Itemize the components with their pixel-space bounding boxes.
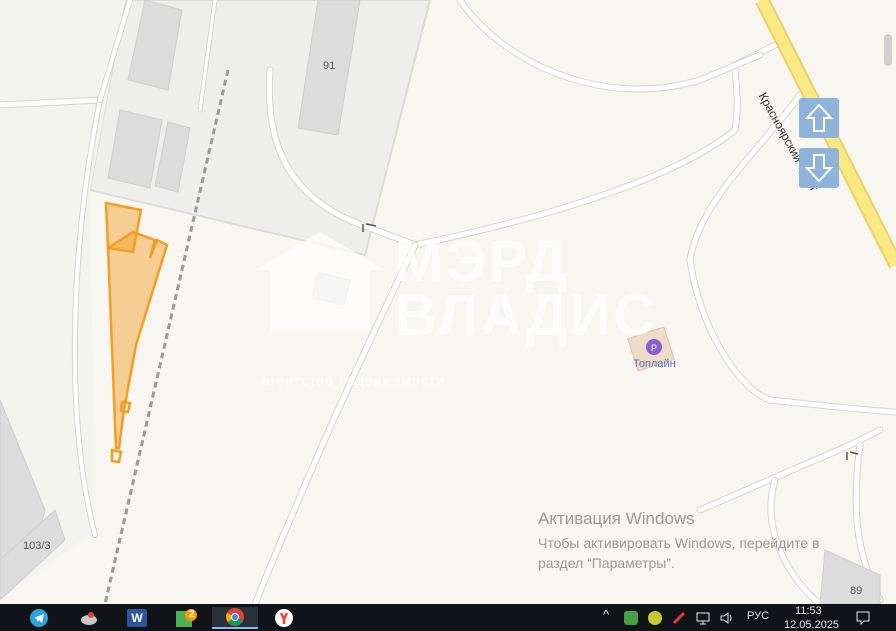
yellow-app-icon — [648, 611, 662, 625]
tray-language[interactable]: РУС — [747, 610, 769, 622]
building-label-103-3: 103/3 — [23, 540, 51, 552]
taskbar-badge-app[interactable]: 2 — [172, 607, 200, 629]
watermark-subtitle: агентство недвижимости — [262, 372, 446, 388]
green-app-icon — [624, 611, 638, 625]
yandex-browser-icon — [275, 609, 293, 627]
tray-network[interactable] — [692, 607, 714, 629]
taskbar-yandex-browser[interactable] — [270, 607, 298, 629]
arrow-up-icon — [805, 103, 833, 132]
windows-activation-text: Чтобы активировать Windows, перейдите в … — [538, 535, 820, 571]
map-view[interactable]: P МЭРД ВЛАДИС агентство недвижимости 91 … — [0, 0, 896, 608]
taskbar-satellite-app[interactable] — [75, 607, 103, 629]
speaker-icon — [720, 612, 732, 624]
red-app-icon — [672, 611, 686, 625]
tray-notifications[interactable] — [852, 607, 874, 629]
chrome-icon — [226, 608, 244, 626]
network-icon — [696, 612, 710, 625]
taskbar-chrome[interactable] — [212, 607, 258, 629]
satellite-app-icon — [81, 612, 97, 625]
windows-activation-title: Активация Windows — [538, 509, 695, 528]
app-badge-count: 2 — [189, 609, 195, 620]
scroll-up-button[interactable] — [799, 98, 839, 138]
taskbar: W 2 ^ РУС 11:53 12.05.2025 — [0, 604, 896, 631]
notification-icon — [856, 611, 870, 626]
tray-time[interactable]: 11:53 — [795, 605, 822, 617]
watermark-agency-brand: ВЛАДИС — [395, 283, 658, 348]
map-scrollbar[interactable] — [884, 34, 892, 66]
taskbar-telegram[interactable] — [25, 607, 53, 629]
poi-label[interactable]: Топлайн — [633, 358, 676, 370]
taskbar-word[interactable]: W — [123, 607, 151, 629]
tray-date[interactable]: 12.05.2025 — [784, 619, 839, 631]
word-icon-letter: W — [131, 611, 143, 625]
land-plot — [104, 201, 169, 464]
tray-volume[interactable] — [716, 607, 738, 629]
building-label-91: 91 — [323, 60, 336, 72]
building-label-89: 89 — [850, 585, 863, 597]
telegram-icon — [30, 609, 48, 627]
tray-app-2[interactable] — [644, 607, 666, 629]
tray-app-1[interactable] — [620, 607, 642, 629]
tray-chevron-up-icon[interactable]: ^ — [603, 607, 609, 622]
tray-app-3[interactable] — [668, 607, 690, 629]
arrow-down-icon — [805, 154, 833, 183]
scroll-down-button[interactable] — [799, 148, 839, 188]
